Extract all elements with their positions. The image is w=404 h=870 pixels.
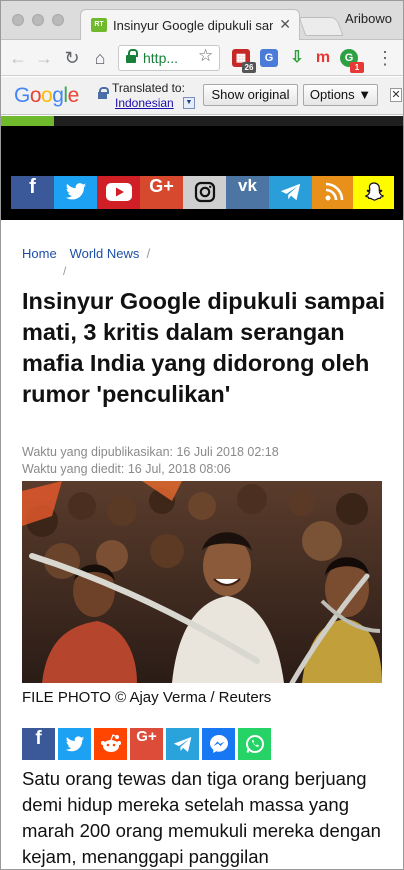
bookmark-star-icon[interactable]: ☆ (198, 46, 213, 66)
breadcrumb-home[interactable]: Home (22, 246, 57, 261)
article-dates: Waktu yang dipublikasikan: 16 Juli 2018 … (22, 444, 279, 478)
share-whatsapp-icon[interactable] (238, 728, 271, 760)
facebook-icon[interactable]: f (11, 176, 54, 209)
browser-tab[interactable]: RT Insinyur Google dipukuli samp ✕ (80, 9, 300, 40)
minimize-window-button[interactable] (32, 14, 44, 26)
google-logo: Google (14, 84, 79, 107)
window-titlebar: RT Insinyur Google dipukuli samp ✕ Aribo… (0, 0, 404, 40)
translate-lock-icon (98, 87, 109, 100)
share-google-plus-icon[interactable]: G+ (130, 728, 163, 760)
translate-bar: Google Translated to: Indonesian ▼ Show … (0, 77, 404, 115)
share-twitter-icon[interactable] (58, 728, 91, 760)
header-dark-bar (54, 116, 404, 126)
browser-toolbar: ← → ↻ ⌂ http... ☆ ▦ 26 G ⇩ m G 1 ⋮ (0, 40, 404, 76)
vk-icon[interactable]: vk (226, 176, 269, 209)
tab-title: Insinyur Google dipukuli samp (113, 18, 273, 33)
edited-date: Waktu yang diedit: 16 Jul, 2018 08:06 (22, 462, 231, 476)
breadcrumb-separator: / (143, 246, 151, 261)
breadcrumb: Home World News / (22, 246, 150, 261)
translated-to-label: Translated to: (112, 81, 185, 95)
google-translate-extension-icon[interactable]: G (260, 49, 278, 67)
target-language-link[interactable]: Indonesian (115, 96, 174, 110)
telegram-icon[interactable] (269, 176, 312, 209)
photo-caption: FILE PHOTO © Ajay Verma / Reuters (22, 689, 272, 706)
close-window-button[interactable] (12, 14, 24, 26)
new-tab-button[interactable] (298, 17, 344, 36)
share-messenger-icon[interactable] (202, 728, 235, 760)
snapchat-icon[interactable] (353, 176, 394, 209)
breadcrumb-world-news[interactable]: World News (70, 246, 140, 261)
share-facebook-icon[interactable]: f (22, 728, 55, 760)
rss-icon[interactable] (312, 176, 355, 209)
share-reddit-icon[interactable] (94, 728, 127, 760)
url-text: http... (143, 50, 179, 66)
header-accent-bar (0, 116, 54, 126)
social-links-row: f G+ vk (0, 168, 404, 220)
options-button[interactable]: Options ▼ (303, 84, 378, 106)
article-headline: Insinyur Google dipukuli sampai mati, 3 … (22, 288, 385, 407)
twitter-icon[interactable] (54, 176, 97, 209)
profile-name[interactable]: Aribowo (345, 11, 392, 26)
back-icon[interactable]: ← (8, 48, 28, 68)
rt-favicon-icon: RT (91, 18, 107, 32)
article: Home World News / / Insinyur Google dipu… (0, 220, 404, 870)
breadcrumb-separator-2: / (63, 264, 67, 278)
instagram-icon[interactable] (183, 176, 226, 209)
m-extension-icon[interactable]: m (314, 49, 332, 67)
published-date: Waktu yang dipublikasikan: 16 Juli 2018 … (22, 445, 279, 459)
home-icon[interactable]: ⌂ (90, 48, 110, 68)
youtube-icon[interactable] (97, 176, 140, 209)
tab-close-icon[interactable]: ✕ (279, 16, 291, 33)
show-original-button[interactable]: Show original (203, 84, 298, 106)
reload-icon[interactable]: ↻ (62, 48, 82, 68)
secure-lock-icon (126, 49, 138, 64)
grammarly-extension-icon[interactable]: G 1 (340, 49, 364, 73)
article-photo[interactable] (22, 481, 382, 683)
google-plus-icon[interactable]: G+ (140, 176, 183, 209)
download-extension-icon[interactable]: ⇩ (288, 49, 306, 67)
zoom-window-button[interactable] (52, 14, 64, 26)
grammarly-badge: 1 (350, 62, 364, 73)
translate-close-icon[interactable]: ✕ (390, 88, 402, 102)
menu-icon[interactable]: ⋮ (376, 48, 394, 69)
language-dropdown-icon[interactable]: ▼ (183, 97, 195, 109)
calendar-badge: 26 (242, 62, 256, 73)
share-telegram-icon[interactable] (166, 728, 199, 760)
calendar-extension-icon[interactable]: ▦ 26 (232, 49, 256, 73)
article-body: Satu orang tewas dan tiga orang berjuang… (22, 768, 381, 867)
site-header (0, 116, 404, 168)
forward-icon[interactable]: → (34, 48, 54, 68)
